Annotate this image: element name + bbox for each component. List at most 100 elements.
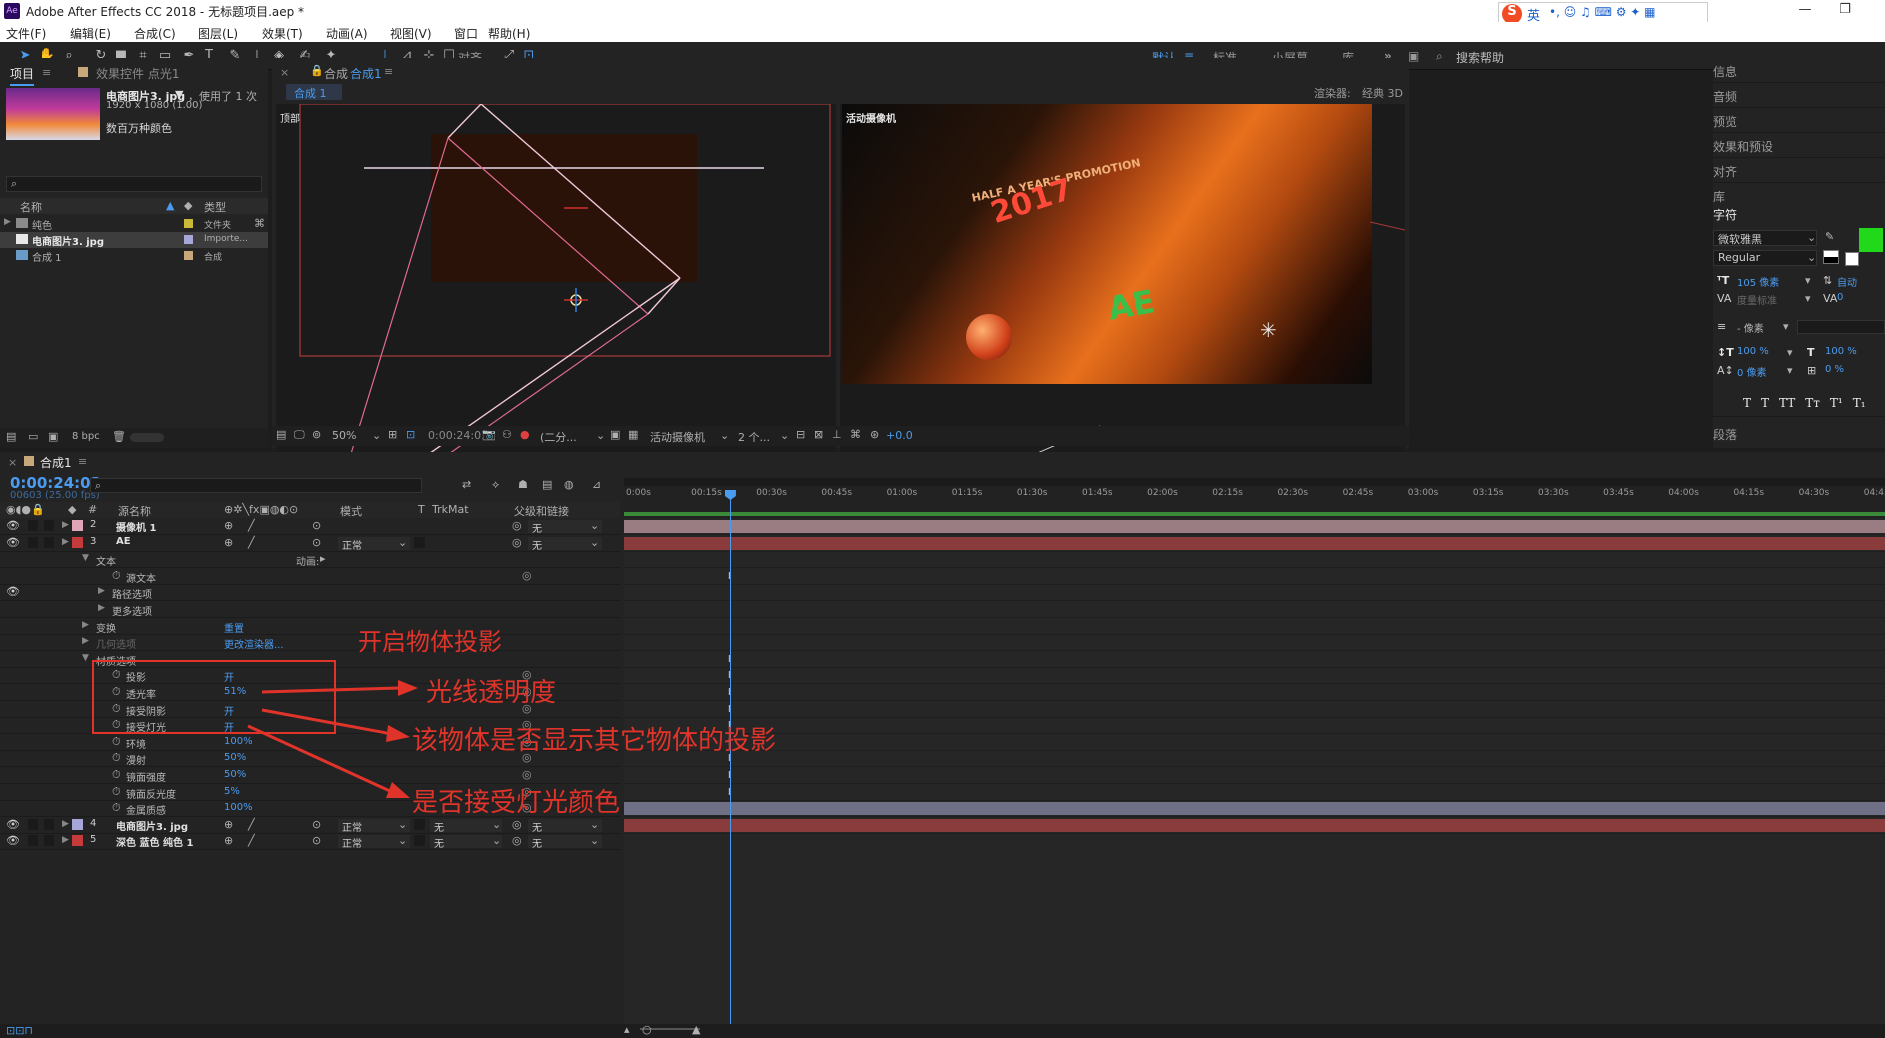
stopwatch-icon[interactable]: ⏱: [112, 751, 121, 765]
interpret-footage-icon[interactable]: ▤: [6, 430, 16, 443]
transparency-grid-icon[interactable]: ▣: [610, 428, 620, 441]
text-style-button[interactable]: TT: [1779, 396, 1795, 410]
eye-icon[interactable]: 👁: [6, 585, 20, 598]
text-style-button[interactable]: T¹: [1830, 396, 1843, 410]
layer-duration-bar[interactable]: [624, 520, 1885, 533]
exposure-value[interactable]: +0.0: [886, 429, 913, 442]
project-search-input[interactable]: ⌕: [6, 176, 262, 192]
preserve-transparency-toggle[interactable]: [414, 818, 425, 830]
panel-2[interactable]: 预览: [1713, 108, 1885, 133]
expand-arrow-icon[interactable]: ▶: [62, 537, 69, 547]
menu-item-8[interactable]: 帮助(H): [488, 25, 530, 42]
panel-3[interactable]: 效果和预设: [1713, 133, 1885, 158]
col-parent[interactable]: 父级和链接: [514, 503, 569, 519]
font-style-select[interactable]: Regular: [1713, 250, 1817, 266]
label-color-swatch[interactable]: [184, 235, 193, 244]
menu-item-4[interactable]: 效果(T): [262, 25, 303, 42]
subtab-comp[interactable]: 合成 1: [286, 84, 342, 100]
layer-row[interactable]: 👁 ▶ 3 AE ⊕ ╱ ⊙ 正常 ⌄ ◎ 无 ⌄: [0, 535, 620, 552]
layer-label-color[interactable]: [72, 818, 83, 830]
paragraph-title[interactable]: 段落: [1713, 426, 1737, 443]
3d-layer-icon[interactable]: ⊙: [312, 834, 321, 847]
shy-switch-icon[interactable]: ⊕: [224, 519, 233, 532]
expression-icon[interactable]: ◎: [522, 569, 532, 582]
chevron-down-icon[interactable]: ⌄: [596, 429, 605, 442]
lock-toggle[interactable]: [44, 835, 54, 847]
work-area-bar[interactable]: [624, 478, 1885, 486]
3d-layer-icon[interactable]: ⊙: [312, 519, 321, 532]
layer-name[interactable]: 摄像机 1: [116, 519, 156, 534]
eyedropper-icon[interactable]: ✎: [1825, 230, 1834, 243]
property-row[interactable]: 👁 ▶ 路径选项: [0, 584, 620, 602]
property-value[interactable]: 重置: [224, 620, 244, 635]
menu-item-6[interactable]: 视图(V): [390, 25, 432, 42]
timeline-link-icon[interactable]: ⊠: [814, 428, 823, 441]
chevron-down-icon[interactable]: ⌄: [372, 429, 381, 442]
property-row[interactable]: ▶ 更多选项: [0, 601, 620, 618]
property-value[interactable]: 开: [224, 719, 234, 734]
panel-4[interactable]: 对齐: [1713, 158, 1885, 183]
pickwhip-icon[interactable]: ◎: [512, 536, 522, 549]
eye-icon[interactable]: 👁: [6, 834, 20, 847]
stopwatch-icon[interactable]: ⏱: [112, 768, 121, 782]
frame-blend-icon[interactable]: ▤: [542, 478, 552, 491]
solo-toggle[interactable]: [28, 520, 38, 531]
thumbnail-slider[interactable]: [130, 433, 164, 442]
zoom-in-icon[interactable]: ▲: [692, 1023, 700, 1036]
font-size-value[interactable]: 105 像素: [1737, 274, 1779, 289]
property-value[interactable]: 51%: [224, 686, 246, 697]
renderer-value[interactable]: 经典 3D: [1362, 85, 1403, 101]
property-value[interactable]: 开: [224, 703, 234, 718]
expand-arrow-icon[interactable]: ▶: [4, 217, 11, 227]
lock-toggle[interactable]: [44, 818, 54, 830]
workspace-panel-icon[interactable]: ▣: [1408, 49, 1419, 63]
eye-icon[interactable]: 👁: [6, 536, 20, 549]
flowchart-icon[interactable]: ⌘: [254, 217, 265, 230]
shy-switch-icon[interactable]: ⊕: [224, 536, 233, 549]
track-area[interactable]: IIIIIIIIII: [624, 518, 1885, 1024]
preserve-transparency-toggle[interactable]: [414, 835, 425, 847]
project-item[interactable]: 合成 1 合成: [0, 248, 268, 264]
mask-icon[interactable]: ⊚: [312, 428, 321, 441]
layer-name[interactable]: 电商图片3. jpg: [116, 818, 188, 833]
restore-icon[interactable]: ❐: [1830, 2, 1860, 20]
project-item[interactable]: ▶ 纯色 文件夹 ⌘: [0, 216, 268, 232]
stopwatch-icon[interactable]: ⏱: [112, 569, 121, 583]
expand-arrow-icon[interactable]: ▶: [82, 636, 89, 646]
layer-duration-bar[interactable]: [624, 536, 1885, 550]
property-value[interactable]: 100%: [224, 802, 253, 813]
col-type[interactable]: 类型: [204, 199, 226, 215]
stroke-color-swatch[interactable]: [1823, 250, 1839, 264]
layer-duration-bar[interactable]: [624, 802, 1885, 816]
close-tab-icon[interactable]: ×: [280, 66, 289, 79]
label-tag-icon[interactable]: ◆: [184, 199, 192, 212]
col-mode[interactable]: 模式: [340, 503, 362, 519]
layer-name[interactable]: AE: [116, 536, 131, 547]
comp-menu-icon[interactable]: ≡: [384, 65, 393, 78]
views-select[interactable]: 2 个...: [738, 429, 770, 445]
stopwatch-icon[interactable]: ⏱: [112, 718, 121, 732]
always-preview-icon[interactable]: ▤: [276, 428, 286, 441]
pickwhip-icon[interactable]: ◎: [512, 818, 522, 831]
viewport-active-camera[interactable]: HALF A YEAR'S PROMOTION 2017 AE ✳ 活动摄像机: [840, 104, 1405, 470]
zoom-out-icon[interactable]: ▴: [624, 1023, 630, 1036]
collapse-arrow-icon[interactable]: ▼: [82, 553, 89, 563]
tab-project[interactable]: 项目: [10, 65, 35, 86]
panel-0[interactable]: 信息: [1713, 58, 1885, 83]
layer-label-color[interactable]: [72, 520, 83, 531]
property-value[interactable]: 开: [224, 669, 234, 684]
lock-toggle[interactable]: [44, 520, 54, 531]
label-color-swatch[interactable]: [184, 251, 193, 260]
resolution-select[interactable]: (二分...: [540, 429, 577, 445]
color-channels-icon[interactable]: ●: [520, 428, 530, 441]
property-value[interactable]: 100%: [224, 736, 253, 747]
stopwatch-icon[interactable]: ⏱: [112, 785, 121, 799]
trash-icon[interactable]: 🗑: [112, 430, 126, 443]
text-style-button[interactable]: T: [1743, 396, 1751, 410]
horizontal-scale-value[interactable]: 100 %: [1825, 346, 1857, 357]
leading-value[interactable]: 自动: [1837, 274, 1857, 289]
draft-3d-icon[interactable]: ⟡: [492, 478, 499, 492]
timeline-tab[interactable]: 合成1: [40, 454, 72, 471]
preserve-transparency-toggle[interactable]: [414, 536, 425, 548]
menu-item-1[interactable]: 编辑(E): [70, 25, 111, 42]
